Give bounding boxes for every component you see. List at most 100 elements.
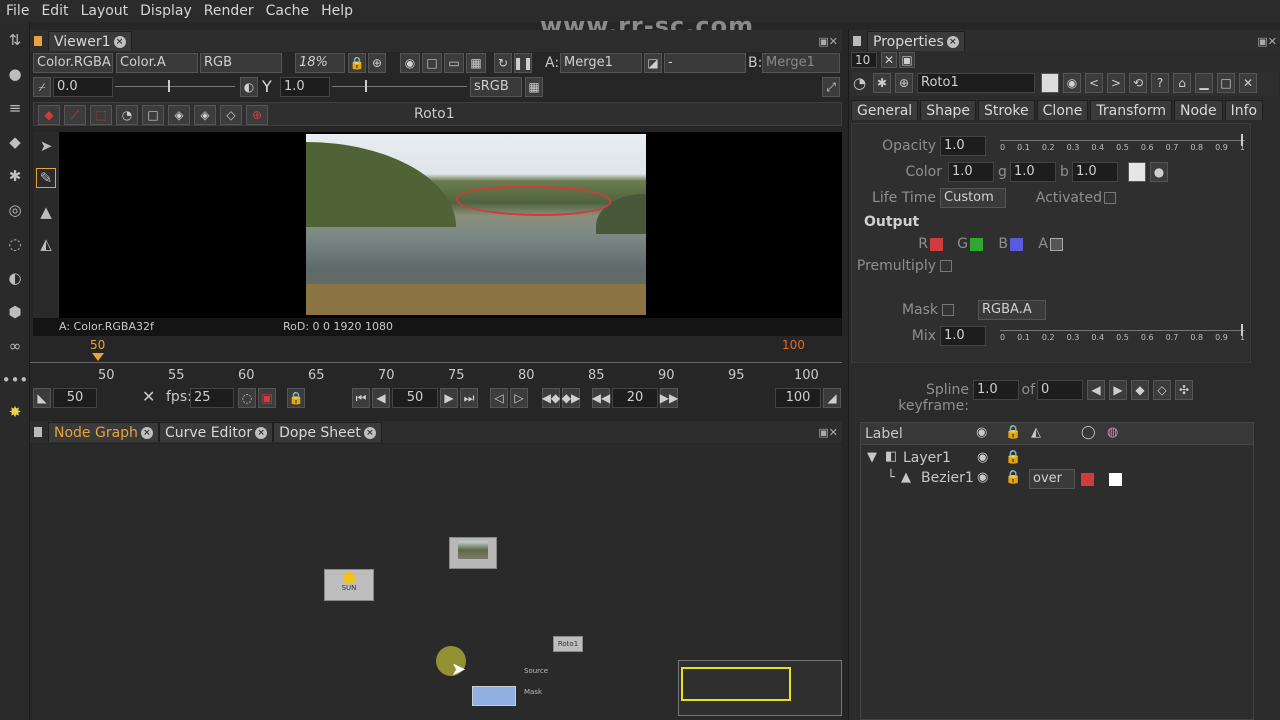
premultiply-checkbox[interactable] [940,260,952,272]
roto-select-icon[interactable]: ◆ [38,105,60,125]
color-swatch[interactable] [1128,162,1146,182]
roto-feather-icon[interactable]: ⟋ [64,105,86,125]
out-r-checkbox[interactable] [930,238,943,251]
tab-general[interactable]: General [851,100,919,120]
gain-field[interactable]: 0.0 [53,77,113,97]
next-frame-icon[interactable]: ▷ [510,388,528,408]
play-backward-icon[interactable]: ◀ [372,388,390,408]
node-graph-canvas[interactable]: SUN Roto1 Source Mask ➤ [32,444,842,720]
max-panels-field[interactable]: 10 [851,52,877,68]
spline-keyframe-field[interactable]: 1.0 [973,380,1019,400]
blur-tool-icon[interactable]: ▲ [36,202,56,222]
overlay-color-swatch[interactable] [1081,473,1094,486]
zoom-select[interactable]: 18% [295,53,345,73]
panel-anchor-icon[interactable] [853,36,861,46]
node-color-swatch[interactable] [1041,73,1059,93]
navigator-view-rect[interactable] [681,667,791,701]
views-tool-icon[interactable]: ∞ [5,336,25,356]
navigator-box[interactable] [678,660,842,716]
other-tool-icon[interactable]: ••• [2,370,29,390]
undo-icon[interactable]: < [1085,73,1103,93]
tab-clone[interactable]: Clone [1036,100,1089,120]
menu-render[interactable]: Render [198,3,260,19]
restore-defaults-icon[interactable]: ⟲ [1129,73,1147,93]
color-b-field[interactable]: 1.0 [1072,162,1118,182]
roto-bbox-icon[interactable]: ⬚ [90,105,112,125]
mix-field[interactable]: 1.0 [940,326,986,346]
play-forward-icon[interactable]: ▶ [440,388,458,408]
tab-curve-editor[interactable]: Curve Editor × [158,422,274,442]
last-frame-icon[interactable]: ⏭ [460,388,478,408]
color-g-field[interactable]: 1.0 [1010,162,1056,182]
roto-remove-point-icon[interactable]: ◈ [194,105,216,125]
panel-float-close-icons[interactable]: ▣✕ [818,35,838,48]
clear-keyframes-icon[interactable]: ✣ [1175,380,1193,400]
tab-dope-sheet[interactable]: Dope Sheet × [273,422,382,442]
tab-properties[interactable]: Properties × [867,31,965,51]
close-icon[interactable]: × [946,35,959,48]
alpha-select[interactable]: Color.A [116,53,198,73]
roto-target-icon[interactable]: ⊕ [246,105,268,125]
next-keyframe-icon[interactable]: ▶ [1109,380,1127,400]
proxy-icon[interactable]: ▦ [466,53,486,73]
prev-frame-icon[interactable]: ◁ [490,388,508,408]
remove-keyframe-icon[interactable]: ◇ [1153,380,1171,400]
close-icon[interactable]: ✕ [142,387,155,406]
input-b-select[interactable]: Merge1 [762,53,840,73]
menu-file[interactable]: File [0,3,35,19]
panel-anchor-icon[interactable] [34,427,42,437]
tab-stroke[interactable]: Stroke [978,100,1035,120]
paint-tool-icon[interactable]: ≡ [5,98,25,118]
time-tool-icon[interactable]: ⬢ [5,302,25,322]
fps-field[interactable]: 25 [190,388,234,408]
rect-icon[interactable]: □ [422,53,442,73]
keyer-tool-icon[interactable]: ◌ [5,234,25,254]
merge-tool-icon[interactable]: ◐ [5,268,25,288]
image-tool-icon[interactable]: ● [5,64,25,84]
pin-icon[interactable]: ⌂ [1173,73,1191,93]
pause-icon[interactable]: ❚❚ [513,53,533,73]
color-r-field[interactable]: 1.0 [948,162,994,182]
prev-keyframe-icon[interactable]: ◀◆ [542,388,560,408]
opacity-slider[interactable]: 0 0.1 0.2 0.3 0.4 0.5 0.6 0.7 0.8 0.9 1 [1000,134,1245,155]
activated-checkbox[interactable] [1104,192,1116,204]
zoom-plus-icon[interactable]: ⊕ [368,53,386,73]
start-frame-field[interactable]: 50 [53,388,97,408]
lock-icon[interactable]: 🔒 [287,388,305,408]
layer-select[interactable]: Color.RGBA [33,53,113,73]
refresh-icon[interactable]: ↻ [494,53,512,73]
playhead-icon[interactable] [92,353,104,361]
turbo-icon[interactable]: ◌ [238,388,256,408]
filter-tool-icon[interactable]: ◎ [5,200,25,220]
menu-layout[interactable]: Layout [75,3,135,19]
close-icon[interactable]: ✕ [1239,73,1257,93]
gamma-slider[interactable] [332,78,467,98]
close-icon[interactable]: × [255,426,268,439]
close-icon[interactable]: × [140,426,153,439]
layer-name[interactable]: Bezier1 [921,470,974,486]
current-frame-field[interactable]: 50 [392,388,438,408]
out-b-checkbox[interactable] [1010,238,1023,251]
center-node-icon[interactable]: ⊕ [895,73,913,93]
out-g-checkbox[interactable] [970,238,983,251]
gamma-field[interactable]: 1.0 [280,77,330,97]
checkerboard-icon[interactable]: ▦ [525,77,543,97]
lock-icon[interactable]: 🔒 [1005,450,1021,465]
menu-display[interactable]: Display [134,3,198,19]
transform-tool-icon[interactable]: ⇅ [5,30,25,50]
panel-float-close-icons[interactable]: ▣✕ [818,426,838,439]
eye-icon[interactable]: ◉ [977,470,988,485]
first-frame-icon[interactable]: ⏮ [352,388,370,408]
tab-shape[interactable]: Shape [920,100,977,120]
operator-select[interactable]: - [664,53,746,73]
layer-row[interactable]: └ ▲ Bezier1 ◉ 🔒 over [865,469,1245,491]
tab-node[interactable]: Node [1174,100,1223,120]
opacity-field[interactable]: 1.0 [940,136,986,156]
increment-field[interactable]: 20 [612,388,658,408]
lock-icon[interactable]: 🔒 [348,53,366,73]
layer-row[interactable]: ▼ ◧ Layer1 ◉ 🔒 [865,449,1245,469]
expand-icon[interactable]: ▼ [867,450,877,465]
out-a-checkbox[interactable] [1050,238,1063,251]
eye-icon[interactable]: ◉ [977,450,988,465]
blend-mode-select[interactable]: over [1029,469,1075,489]
